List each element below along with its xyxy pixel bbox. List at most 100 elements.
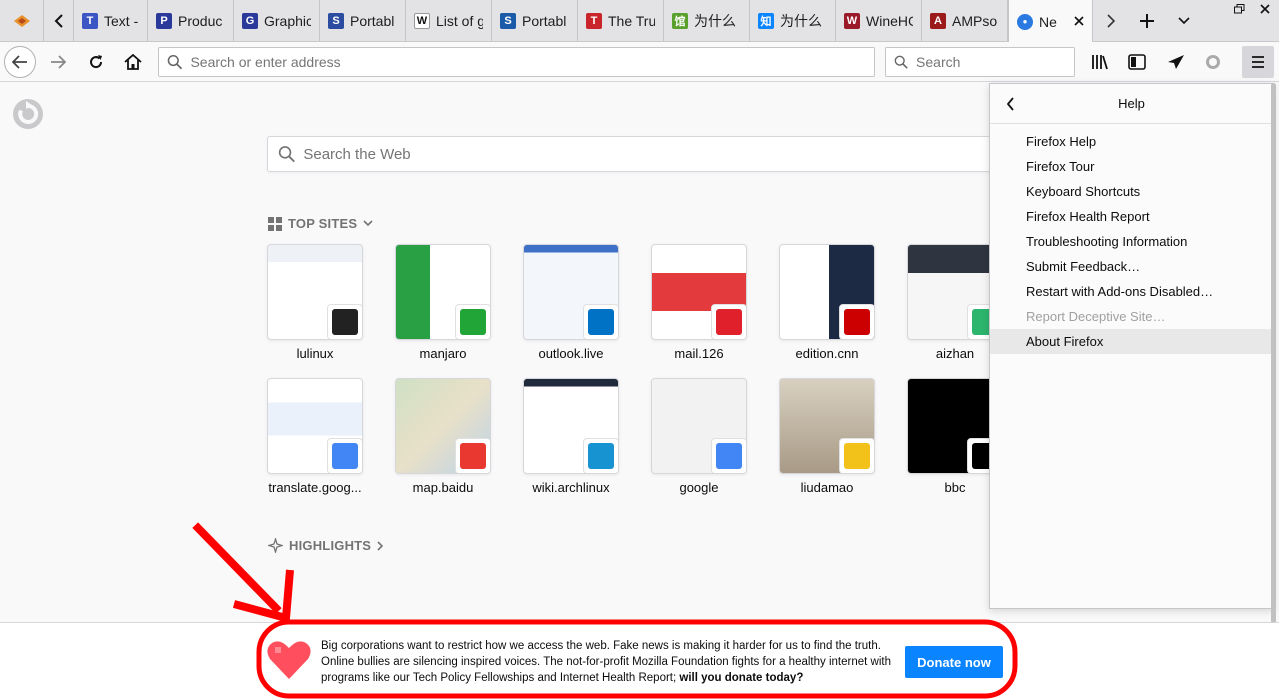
forward-button[interactable] xyxy=(42,46,74,78)
help-menu-panel: Help Firefox Help Firefox Tour Keyboard Sh… xyxy=(989,83,1274,609)
top-site-tile[interactable]: map.baidu xyxy=(395,378,491,495)
help-menu-item[interactable]: Keyboard Shortcuts xyxy=(990,179,1273,204)
top-sites-heading[interactable]: TOP SITES xyxy=(268,216,373,231)
close-tab-icon[interactable] xyxy=(1074,13,1084,31)
top-site-tile[interactable]: translate.goog... xyxy=(267,378,363,495)
site-thumbnail[interactable] xyxy=(523,244,619,340)
site-thumbnail[interactable] xyxy=(779,378,875,474)
library-button[interactable] xyxy=(1086,48,1114,76)
top-site-tile[interactable]: manjaro xyxy=(395,244,491,361)
home-icon xyxy=(124,54,142,70)
site-label: google xyxy=(679,480,719,495)
tab-scroll-right-button[interactable] xyxy=(1093,0,1129,42)
tab[interactable]: A AMPso xyxy=(922,0,1008,42)
outlook-icon xyxy=(583,304,618,339)
help-menu-item[interactable]: About Firefox xyxy=(990,329,1273,354)
grid-icon xyxy=(268,216,282,231)
firefox-logo-icon xyxy=(12,98,44,133)
tab-favicon-icon: S xyxy=(500,13,516,29)
tab-scroll-left-button[interactable] xyxy=(44,0,74,42)
scrollbar-thumb[interactable] xyxy=(1271,83,1276,677)
tab-favicon-icon: ● xyxy=(1017,13,1033,30)
send-tab-button[interactable] xyxy=(1162,48,1190,76)
site-thumbnail[interactable] xyxy=(651,244,747,340)
reload-button[interactable] xyxy=(80,46,112,78)
help-menu-item[interactable]: Firefox Help xyxy=(990,129,1273,154)
top-site-tile[interactable]: mail.126 xyxy=(651,244,747,361)
help-menu-item[interactable]: Submit Feedback… xyxy=(990,254,1273,279)
tab-label: Graphic xyxy=(264,13,311,29)
site-label: translate.goog... xyxy=(268,480,362,495)
page-scrollbar[interactable] xyxy=(1268,83,1278,677)
tab-label: 为什么 xyxy=(694,13,736,29)
tab-favicon-icon: S xyxy=(328,13,344,29)
tab-label: List of g xyxy=(436,13,483,29)
site-label: map.baidu xyxy=(412,480,474,495)
tab-label: Portabl xyxy=(522,13,567,29)
help-menu-items: Firefox Help Firefox Tour Keyboard Shortcu… xyxy=(990,124,1273,354)
top-site-tile[interactable]: wiki.archlinux xyxy=(523,378,619,495)
top-site-tile[interactable]: outlook.live xyxy=(523,244,619,361)
restore-icon xyxy=(1233,4,1244,14)
back-button[interactable] xyxy=(4,46,36,78)
bar-icon xyxy=(455,304,490,339)
top-site-tile[interactable]: liudamao xyxy=(779,378,875,495)
translate-icon xyxy=(327,438,362,473)
tab[interactable]: G Graphic xyxy=(234,0,320,42)
help-menu-item[interactable]: Troubleshooting Information xyxy=(990,229,1273,254)
tab[interactable]: 馆为什么 xyxy=(664,0,750,42)
search-input[interactable] xyxy=(916,54,1074,70)
tab[interactable]: T Text - F xyxy=(74,0,148,42)
home-button[interactable] xyxy=(117,46,149,78)
search-icon xyxy=(167,54,183,70)
tab[interactable]: 知为什么 xyxy=(750,0,836,42)
close-window-button[interactable] xyxy=(1245,0,1279,18)
tab[interactable]: T The Tru xyxy=(578,0,664,42)
arch-icon xyxy=(583,438,618,473)
new-tab-button[interactable] xyxy=(1129,0,1165,42)
panel-back-button[interactable] xyxy=(1000,94,1020,114)
tab[interactable]: ● Ne xyxy=(1008,0,1093,43)
help-menu-item[interactable]: Firefox Tour xyxy=(990,154,1273,179)
tab[interactable]: W List of g xyxy=(406,0,492,42)
site-thumbnail[interactable] xyxy=(779,244,875,340)
first-tab[interactable] xyxy=(0,0,44,42)
tab-favicon-icon: 知 xyxy=(758,13,774,29)
help-menu-item[interactable]: Restart with Add-ons Disabled… xyxy=(990,279,1273,304)
site-thumbnail[interactable] xyxy=(395,244,491,340)
search-icon xyxy=(894,55,908,69)
open-menu-button[interactable] xyxy=(1242,46,1274,78)
chevron-left-icon xyxy=(54,14,63,28)
site-thumbnail[interactable] xyxy=(651,378,747,474)
tab[interactable]: S Portabl xyxy=(320,0,406,42)
annotation-highlight xyxy=(256,619,1018,699)
chevron-down-icon xyxy=(1178,17,1190,25)
sync-button[interactable] xyxy=(1199,48,1227,76)
all-tabs-button[interactable] xyxy=(1166,0,1202,42)
paper-plane-icon xyxy=(1168,55,1184,69)
site-thumbnail[interactable] xyxy=(395,378,491,474)
tab-label: WineHC xyxy=(866,13,913,29)
google-icon xyxy=(711,438,746,473)
help-menu-item[interactable]: Firefox Health Report xyxy=(990,204,1273,229)
address-bar[interactable] xyxy=(158,47,875,77)
tab[interactable]: S Portabl xyxy=(492,0,578,42)
tab[interactable]: P Produc xyxy=(148,0,234,42)
tab-favicon-icon: W xyxy=(844,13,860,29)
web-search-box[interactable] xyxy=(267,136,997,172)
site-thumbnail[interactable] xyxy=(267,378,363,474)
chevron-right-icon xyxy=(1107,14,1116,28)
tab-favicon-icon: T xyxy=(586,13,602,29)
top-site-tile[interactable]: edition.cnn xyxy=(779,244,875,361)
site-thumbnail[interactable] xyxy=(523,378,619,474)
sidebar-button[interactable] xyxy=(1123,48,1151,76)
site-thumbnail[interactable] xyxy=(267,244,363,340)
web-search-input[interactable] xyxy=(303,145,996,163)
address-input[interactable] xyxy=(190,54,874,70)
top-site-tile[interactable]: google xyxy=(651,378,747,495)
tab-favicon-icon: T xyxy=(82,13,98,29)
tab[interactable]: W WineHC xyxy=(836,0,922,42)
mail126-icon xyxy=(711,304,746,339)
search-bar[interactable] xyxy=(885,47,1075,77)
top-site-tile[interactable]: lulinux xyxy=(267,244,363,361)
